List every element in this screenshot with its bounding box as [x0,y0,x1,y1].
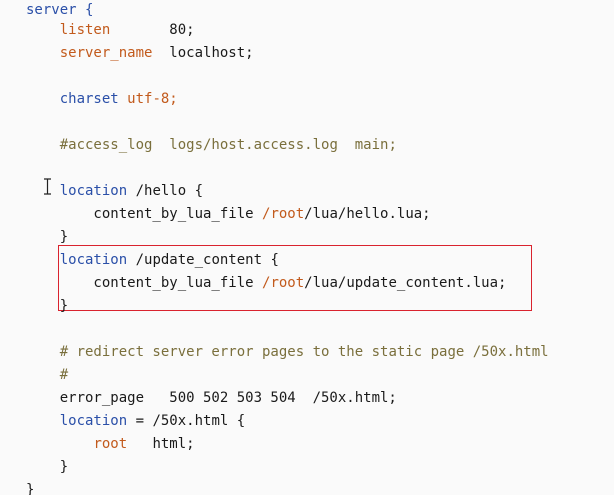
code-line: } [26,457,68,477]
code-token: content_by_lua_file [26,206,263,222]
code-line: #access_log logs/host.access.log main; [26,135,397,155]
code-line: content_by_lua_file /root/lua/hello.lua; [26,204,431,224]
code-line: } [26,227,68,247]
code-line: charset utf-8; [26,89,178,109]
code-token: # [59,367,69,383]
code-line: location = /50x.html { [26,411,245,431]
code-line: } [26,296,68,316]
code-token: /root [262,275,305,291]
code-token: error_page 500 502 503 504 /50x.html; [26,390,397,406]
code-token: charset [59,91,119,107]
code-token: #access_log logs/host.access.log main; [59,137,397,153]
code-line: server_name localhost; [26,43,254,63]
code-line: location /hello { [26,181,203,201]
code-token: utf-8; [118,91,178,107]
code-token: html; [127,436,195,452]
code-token: /update_content { [127,252,279,268]
code-token: server { [26,2,94,18]
code-token: = /50x.html { [127,413,246,429]
code-token: localhost; [152,45,254,61]
code-line: location /update_content { [26,250,279,270]
code-token: listen [59,22,111,38]
code-token: content_by_lua_file [26,275,263,291]
code-token: location [59,183,128,199]
code-token: location [59,252,128,268]
code-line: root html; [26,434,195,454]
code-line: # redirect server error pages to the sta… [26,342,549,362]
code-token: /lua/update_content.lua; [304,275,507,291]
code-token: /lua/hello.lua; [304,206,431,222]
code-token: } [26,298,69,314]
code-token: /hello { [127,183,204,199]
code-token: root [93,436,128,452]
code-line: } [26,480,34,495]
code-token: # redirect server error pages to the sta… [59,344,549,360]
code-line: content_by_lua_file /root/lua/update_con… [26,273,506,293]
code-token: location [59,413,128,429]
code-token: 80; [110,22,195,38]
code-token: /root [262,206,305,222]
code-line: # [26,365,68,385]
code-token: server_name [59,45,153,61]
code-editor[interactable]: server { listen 80; server_name localhos… [0,0,614,495]
code-token: } [26,229,69,245]
code-line: server { [26,0,93,20]
code-line: listen 80; [26,20,195,40]
code-token: } [26,459,69,475]
code-line: error_page 500 502 503 504 /50x.html; [26,388,397,408]
code-token: } [26,482,35,495]
